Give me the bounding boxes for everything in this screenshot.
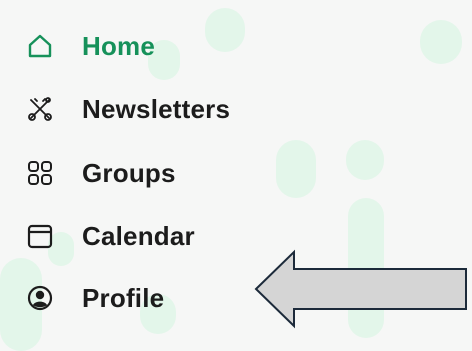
profile-icon [26, 284, 54, 312]
nav-item-label: Profile [82, 282, 165, 313]
nav-item-groups[interactable]: Groups [26, 153, 176, 193]
nav-item-label: Calendar [82, 220, 195, 251]
nav-item-label: Home [82, 30, 156, 61]
nav-item-profile[interactable]: Profile [26, 278, 164, 318]
nav-item-home[interactable]: Home [26, 26, 155, 66]
newsletters-icon [26, 95, 54, 123]
home-icon [26, 32, 54, 60]
calendar-icon [26, 222, 54, 250]
nav-item-newsletters[interactable]: Newsletters [26, 89, 230, 129]
nav-item-label: Groups [82, 157, 176, 188]
nav-item-calendar[interactable]: Calendar [26, 216, 195, 256]
groups-icon [26, 159, 54, 187]
pointer-arrow [254, 249, 467, 329]
nav-item-label: Newsletters [82, 93, 231, 124]
